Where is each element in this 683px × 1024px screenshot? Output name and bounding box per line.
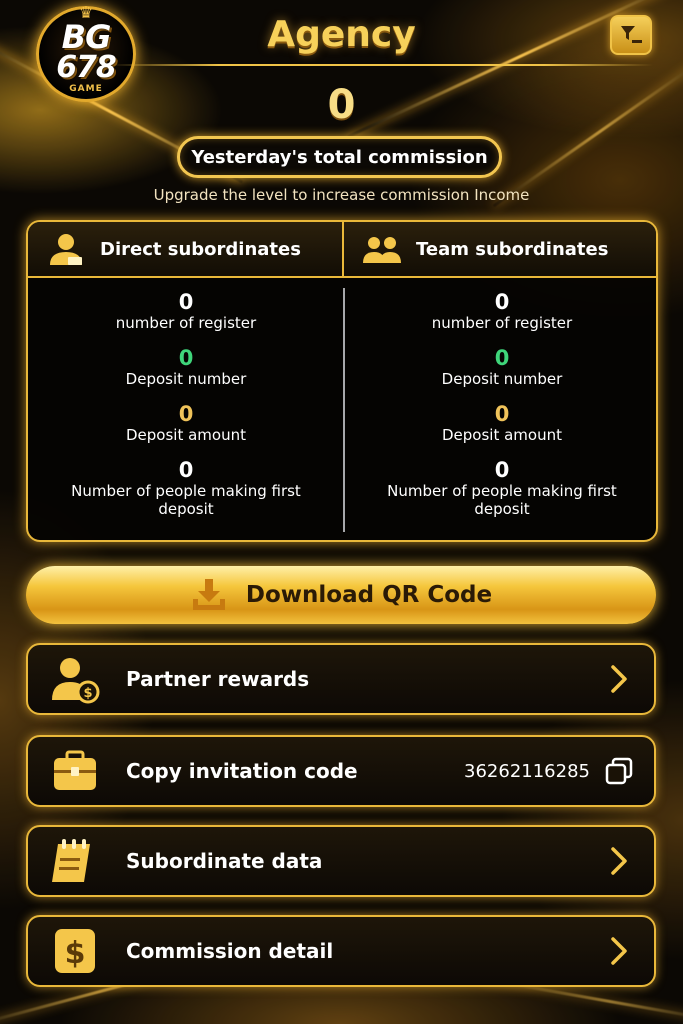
stat-register: 0 number of register [344,290,656,346]
stat-value: 0 [178,346,194,370]
copy-icon[interactable] [604,756,634,786]
stat-deposit-number: 0 Deposit number [28,346,344,402]
stat-label: Deposit number [125,370,247,388]
page-title: Agency [267,14,416,55]
stat-label: number of register [431,314,573,332]
commission-detail-label: Commission detail [126,939,334,963]
download-qr-label: Download QR Code [245,582,493,608]
team-stats: 0 number of register 0 Deposit number 0 … [344,290,656,518]
person-icon [46,231,86,267]
commission-value: 0 [327,82,356,128]
partner-rewards-icon: $ [50,654,100,704]
stat-first-deposit: 0 Number of people making first deposit [344,458,656,518]
direct-stats: 0 number of register 0 Deposit number 0 … [28,290,344,518]
partner-rewards-row[interactable]: $ Partner rewards [26,643,656,715]
copy-invitation-row[interactable]: Copy invitation code 36262116285 [26,735,656,807]
commission-label: Yesterday's total commission [191,146,488,168]
direct-subordinates-header[interactable]: Direct subordinates [28,222,344,278]
filter-button[interactable] [610,15,652,55]
briefcase-icon [50,746,100,796]
stat-label: Deposit number [441,370,563,388]
stat-value: 0 [494,458,510,482]
stat-value: 0 [494,402,510,426]
stat-value: 0 [178,458,194,482]
stat-label: number of register [115,314,257,332]
commission-detail-row[interactable]: $ Commission detail [26,915,656,987]
stat-register: 0 number of register [28,290,344,346]
subordinate-data-row[interactable]: Subordinate data [26,825,656,897]
stat-deposit-number: 0 Deposit number [344,346,656,402]
copy-invitation-label: Copy invitation code [126,759,358,783]
stat-value: 0 [178,402,194,426]
download-icon [190,577,228,613]
subordinate-data-label: Subordinate data [126,849,323,873]
team-subordinates-title: Team subordinates [416,238,609,260]
chevron-right-icon [604,936,634,966]
logo-text: 678 [56,49,117,85]
stat-deposit-amount: 0 Deposit amount [28,402,344,458]
stat-label: Number of people making first deposit [387,482,617,518]
dollar-icon: $ [50,926,100,976]
svg-text:$: $ [83,686,92,701]
title-divider [110,64,653,66]
svg-text:$: $ [65,936,86,971]
invitation-code: 36262116285 [464,760,590,782]
filter-icon [621,26,642,43]
download-qr-button[interactable]: Download QR Code [26,566,656,624]
stat-deposit-amount: 0 Deposit amount [344,402,656,458]
stat-label: Number of people making first deposit [71,482,301,518]
subordinates-stats-panel: Direct subordinates Team subordinates 0 … [26,220,658,542]
stat-first-deposit: 0 Number of people making first deposit [28,458,344,518]
direct-subordinates-title: Direct subordinates [100,238,301,260]
chevron-right-icon [604,846,634,876]
team-icon [362,231,402,267]
stat-value: 0 [494,290,510,314]
partner-rewards-label: Partner rewards [126,667,310,691]
stat-value: 0 [494,346,510,370]
stat-value: 0 [178,290,194,314]
light-streak [492,55,683,208]
stat-label: Deposit amount [126,426,246,444]
clipboard-icon [50,836,100,886]
stat-label: Deposit amount [442,426,562,444]
upgrade-note: Upgrade the level to increase commission… [153,186,530,204]
team-subordinates-header[interactable]: Team subordinates [344,222,656,278]
chevron-right-icon [604,664,634,694]
commission-label-pill: Yesterday's total commission [177,136,502,178]
